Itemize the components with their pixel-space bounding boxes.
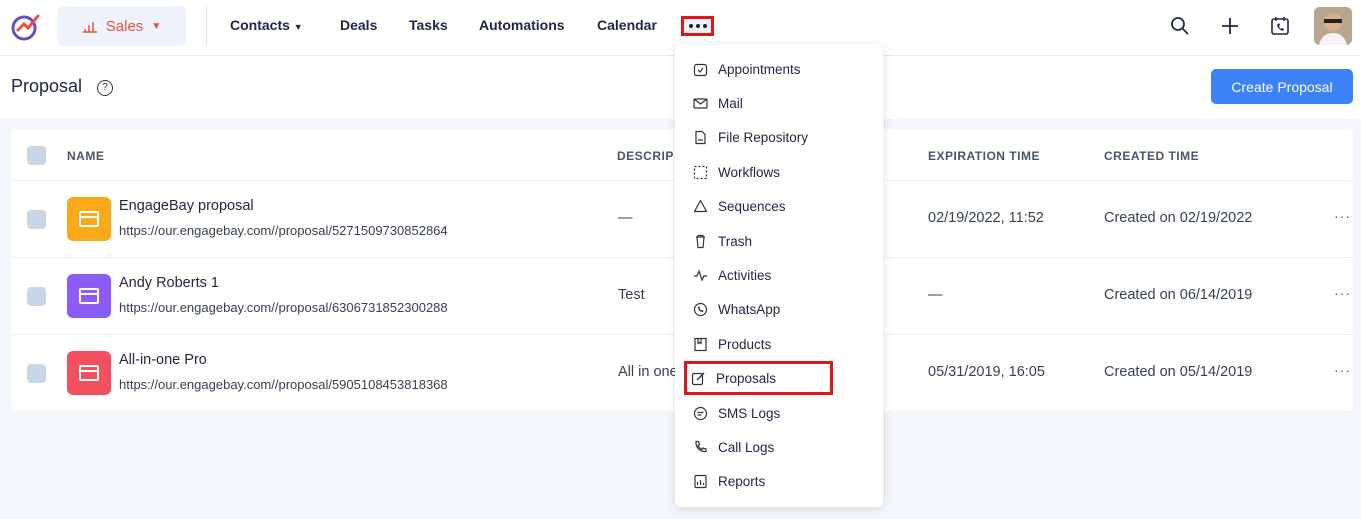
file-icon bbox=[695, 130, 706, 144]
proposal-url[interactable]: https://our.engagebay.com//proposal/5905… bbox=[119, 377, 448, 392]
dot-icon bbox=[702, 24, 707, 28]
whatsapp-icon bbox=[693, 302, 708, 316]
proposal-expiration: — bbox=[928, 287, 943, 303]
menu-item-mail[interactable]: Mail bbox=[685, 86, 873, 120]
sales-module-switcher[interactable]: Sales ▼ bbox=[57, 6, 186, 46]
menu-item-proposals[interactable]: Proposals bbox=[684, 361, 833, 395]
menu-item-activities[interactable]: Activities bbox=[685, 258, 873, 292]
menu-item-sms-logs[interactable]: SMS Logs bbox=[685, 396, 873, 430]
chevron-down-icon: ▼ bbox=[151, 20, 162, 32]
user-avatar[interactable] bbox=[1314, 7, 1352, 45]
proposal-expiration: 05/31/2019, 16:05 bbox=[928, 364, 1045, 380]
sequence-icon bbox=[693, 199, 708, 212]
column-header-description[interactable]: DESCRIP bbox=[617, 149, 674, 163]
dot-icon bbox=[695, 24, 700, 28]
menu-item-whatsapp[interactable]: WhatsApp bbox=[685, 292, 873, 326]
menu-item-appointments[interactable]: Appointments bbox=[685, 52, 873, 86]
nav-deals[interactable]: Deals bbox=[340, 17, 377, 33]
proposal-description: Test bbox=[618, 287, 645, 303]
workflow-icon bbox=[693, 165, 708, 179]
report-icon bbox=[694, 474, 707, 488]
menu-item-label: Activities bbox=[718, 267, 772, 283]
menu-item-label: Mail bbox=[718, 95, 743, 111]
select-all-checkbox[interactable] bbox=[27, 146, 46, 165]
menu-item-label: Trash bbox=[718, 233, 753, 249]
proposal-created: Created on 05/14/2019 bbox=[1104, 364, 1253, 380]
menu-item-label: Call Logs bbox=[718, 439, 775, 455]
proposal-expiration: 02/19/2022, 11:52 bbox=[928, 210, 1044, 226]
column-header-name[interactable]: NAME bbox=[67, 149, 104, 163]
proposal-name[interactable]: Andy Roberts 1 bbox=[119, 275, 219, 291]
menu-item-label: Products bbox=[718, 336, 772, 352]
proposal-name[interactable]: All-in-one Pro bbox=[119, 352, 207, 368]
menu-item-products[interactable]: Products bbox=[685, 327, 873, 361]
sms-icon bbox=[693, 406, 708, 420]
search-icon[interactable] bbox=[1169, 15, 1191, 37]
menu-item-label: Proposals bbox=[716, 370, 777, 386]
product-icon bbox=[694, 337, 707, 351]
proposal-url[interactable]: https://our.engagebay.com//proposal/5271… bbox=[119, 223, 448, 238]
more-menu-button[interactable] bbox=[681, 16, 714, 36]
phone-icon bbox=[695, 440, 707, 452]
menu-item-trash[interactable]: Trash bbox=[685, 224, 873, 258]
calendar-check-icon bbox=[693, 63, 708, 76]
page-title: Proposal bbox=[11, 76, 83, 96]
proposal-icon bbox=[67, 351, 111, 395]
create-proposal-button[interactable]: Create Proposal bbox=[1211, 69, 1353, 104]
nav-calendar[interactable]: Calendar bbox=[597, 17, 657, 33]
menu-item-label: Sequences bbox=[718, 198, 786, 214]
menu-item-label: File Repository bbox=[718, 129, 809, 145]
avatar-image-icon bbox=[1314, 7, 1352, 45]
row-more-options-icon[interactable]: ··· bbox=[1334, 208, 1351, 224]
proposal-name[interactable]: EngageBay proposal bbox=[119, 198, 254, 214]
menu-item-workflows[interactable]: Workflows bbox=[685, 155, 873, 189]
mail-icon bbox=[693, 97, 708, 109]
activity-icon bbox=[694, 268, 707, 282]
chevron-down-icon: ▼ bbox=[293, 22, 303, 32]
proposal-url[interactable]: https://our.engagebay.com//proposal/6306… bbox=[119, 300, 448, 315]
chart-bar-icon bbox=[82, 22, 97, 33]
menu-item-label: Workflows bbox=[718, 164, 781, 180]
nav-automations[interactable]: Automations bbox=[479, 17, 565, 33]
proposal-description: — bbox=[618, 210, 633, 226]
more-dropdown-menu: Appointments Mail File Repository Workfl… bbox=[675, 44, 883, 507]
column-header-created-time[interactable]: CREATED TIME bbox=[1104, 149, 1199, 163]
proposal-created: Created on 06/14/2019 bbox=[1104, 287, 1253, 303]
plus-icon[interactable] bbox=[1219, 15, 1241, 37]
menu-item-label: WhatsApp bbox=[718, 301, 781, 317]
menu-item-sequences[interactable]: Sequences bbox=[685, 189, 873, 223]
menu-item-call-logs[interactable]: Call Logs bbox=[685, 430, 873, 464]
proposal-description: All in one bbox=[618, 364, 678, 380]
help-icon[interactable]: ? bbox=[97, 80, 113, 96]
menu-item-label: Reports bbox=[718, 473, 766, 489]
menu-item-label: SMS Logs bbox=[718, 405, 781, 421]
menu-item-label: Appointments bbox=[718, 61, 801, 77]
nav-tasks[interactable]: Tasks bbox=[409, 17, 448, 33]
dot-icon bbox=[688, 24, 693, 28]
proposal-icon bbox=[67, 274, 111, 318]
row-checkbox[interactable] bbox=[27, 287, 46, 306]
nav-divider bbox=[206, 6, 207, 46]
row-more-options-icon[interactable]: ··· bbox=[1334, 362, 1351, 378]
row-checkbox[interactable] bbox=[27, 210, 46, 229]
call-calendar-icon[interactable] bbox=[1269, 15, 1291, 37]
menu-item-file-repository[interactable]: File Repository bbox=[685, 120, 873, 154]
proposal-icon bbox=[67, 197, 111, 241]
nav-contacts[interactable]: Contacts ▼ bbox=[230, 17, 303, 33]
edit-icon bbox=[691, 372, 705, 385]
menu-item-reports[interactable]: Reports bbox=[685, 464, 873, 498]
proposal-created: Created on 02/19/2022 bbox=[1104, 210, 1253, 226]
sales-label: Sales bbox=[105, 17, 144, 35]
trash-icon bbox=[696, 234, 705, 248]
column-header-expiration-time[interactable]: EXPIRATION TIME bbox=[928, 149, 1040, 163]
row-checkbox[interactable] bbox=[27, 364, 46, 383]
row-more-options-icon[interactable]: ··· bbox=[1334, 285, 1351, 301]
engagebay-logo-icon[interactable] bbox=[10, 10, 42, 42]
